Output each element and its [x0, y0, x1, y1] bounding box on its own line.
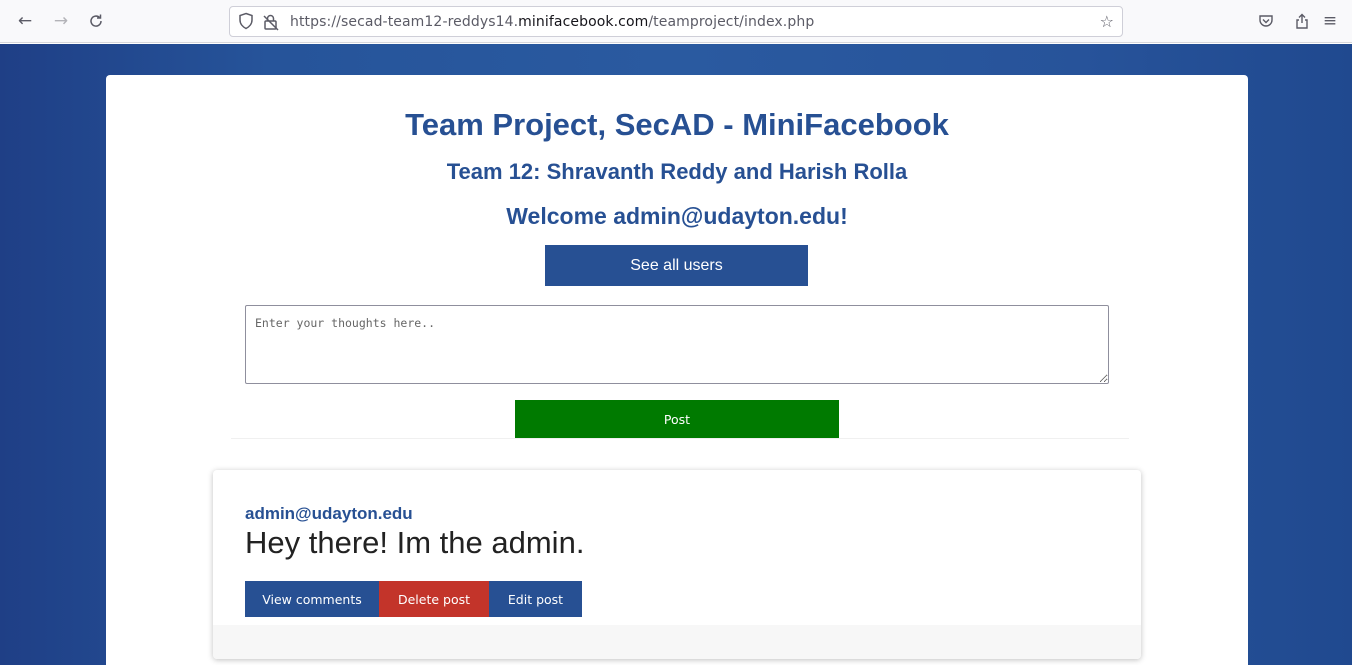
post-card: admin@udayton.edu Hey there! Im the admi…: [213, 470, 1141, 659]
bookmark-star-icon[interactable]: ☆: [1100, 12, 1114, 31]
team-subtitle: Team 12: Shravanth Reddy and Harish Roll…: [446, 159, 908, 184]
page-background: Team Project, SecAD - MiniFacebook Team …: [0, 44, 1352, 665]
url-path: /teamproject/index.php: [648, 14, 815, 30]
see-all-users-button[interactable]: See all users: [545, 245, 808, 286]
url-text[interactable]: https://secad-team12-reddys14.minifacebo…: [290, 14, 814, 30]
share-glyph: [1296, 13, 1308, 29]
thoughts-input[interactable]: [245, 305, 1109, 384]
share-icon[interactable]: [1290, 9, 1314, 33]
pocket-icon[interactable]: [1254, 9, 1278, 33]
reload-icon[interactable]: [84, 9, 108, 33]
delete-post-button[interactable]: Delete post: [379, 581, 489, 617]
post-actions: View comments Delete post Edit post: [245, 581, 582, 617]
divider: [231, 438, 1129, 439]
post-footer: [213, 625, 1141, 659]
main-card: Team Project, SecAD - MiniFacebook Team …: [106, 75, 1248, 665]
post-author: admin@udayton.edu: [245, 504, 413, 523]
url-host: minifacebook.com: [518, 14, 649, 30]
view-comments-button[interactable]: View comments: [245, 581, 379, 617]
edit-post-button[interactable]: Edit post: [489, 581, 582, 617]
lock-glyph: [263, 14, 279, 31]
shield-icon[interactable]: [238, 12, 254, 34]
post-button[interactable]: Post: [515, 400, 839, 439]
browser-toolbar: ← → https://secad-team12-reddys14.minifa…: [0, 0, 1352, 43]
url-prefix: https://secad-team12-reddys14.: [290, 14, 519, 30]
page-title: Team Project, SecAD - MiniFacebook: [405, 107, 949, 142]
shield-glyph: [239, 12, 253, 30]
post-content: Hey there! Im the admin.: [245, 525, 585, 560]
back-arrow-icon[interactable]: ←: [13, 9, 37, 33]
pocket-glyph: [1259, 15, 1273, 27]
lock-icon[interactable]: [262, 13, 280, 35]
address-bar[interactable]: https://secad-team12-reddys14.minifacebo…: [229, 6, 1123, 37]
welcome-message: Welcome admin@udayton.edu!: [506, 203, 848, 229]
forward-arrow-icon[interactable]: →: [49, 9, 73, 33]
menu-icon[interactable]: ≡: [1318, 9, 1342, 33]
reload-glyph: [90, 14, 102, 27]
